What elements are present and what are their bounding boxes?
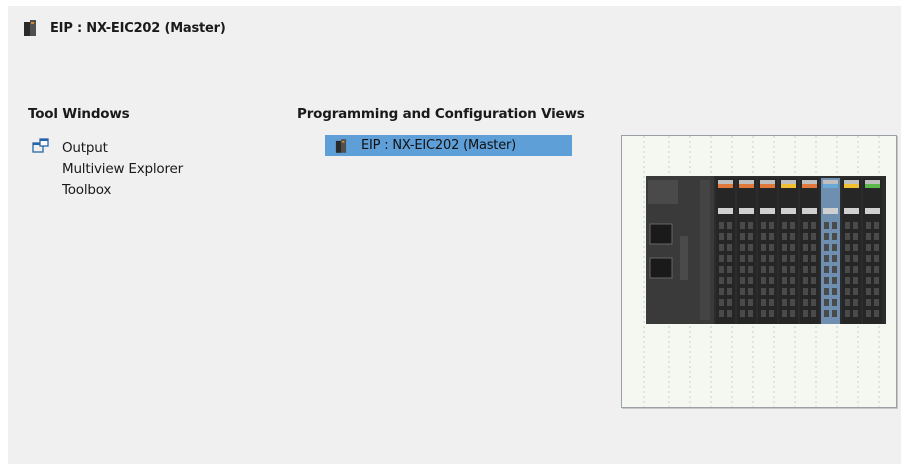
tool-windows-heading: Tool Windows — [28, 106, 130, 122]
page-title-row: EIP : NX-EIC202 (Master) — [24, 20, 226, 36]
tool-item-label: Toolbox — [62, 181, 112, 198]
io-slice — [863, 178, 882, 324]
device-thumbnail[interactable] — [621, 135, 897, 408]
view-item-label: EIP : NX-EIC202 (Master) — [361, 138, 517, 153]
tool-item-label: Multiview Explorer — [62, 160, 183, 177]
tool-item-multiview-explorer[interactable]: Multiview Explorer — [32, 158, 183, 179]
device-thumbnail-image — [643, 136, 886, 407]
device-unit-icon — [24, 20, 36, 36]
io-slice — [716, 178, 735, 324]
io-slice — [842, 178, 861, 324]
device-unit-icon — [335, 138, 347, 153]
tool-windows-list: Output Multiview Explorer Toolbox — [32, 137, 183, 200]
view-item-eip-master[interactable]: EIP : NX-EIC202 (Master) — [325, 135, 572, 156]
io-slice — [800, 178, 819, 324]
float-window-icon — [32, 137, 49, 153]
tool-item-output[interactable]: Output — [32, 137, 183, 158]
io-slice — [758, 178, 777, 324]
io-slice — [779, 178, 798, 324]
tool-item-toolbox[interactable]: Toolbox — [32, 179, 183, 200]
io-slice — [821, 178, 840, 324]
programming-views-heading: Programming and Configuration Views — [297, 106, 585, 122]
tool-item-label: Output — [62, 139, 108, 156]
io-slice — [737, 178, 756, 324]
page-title: EIP : NX-EIC202 (Master) — [50, 20, 226, 36]
